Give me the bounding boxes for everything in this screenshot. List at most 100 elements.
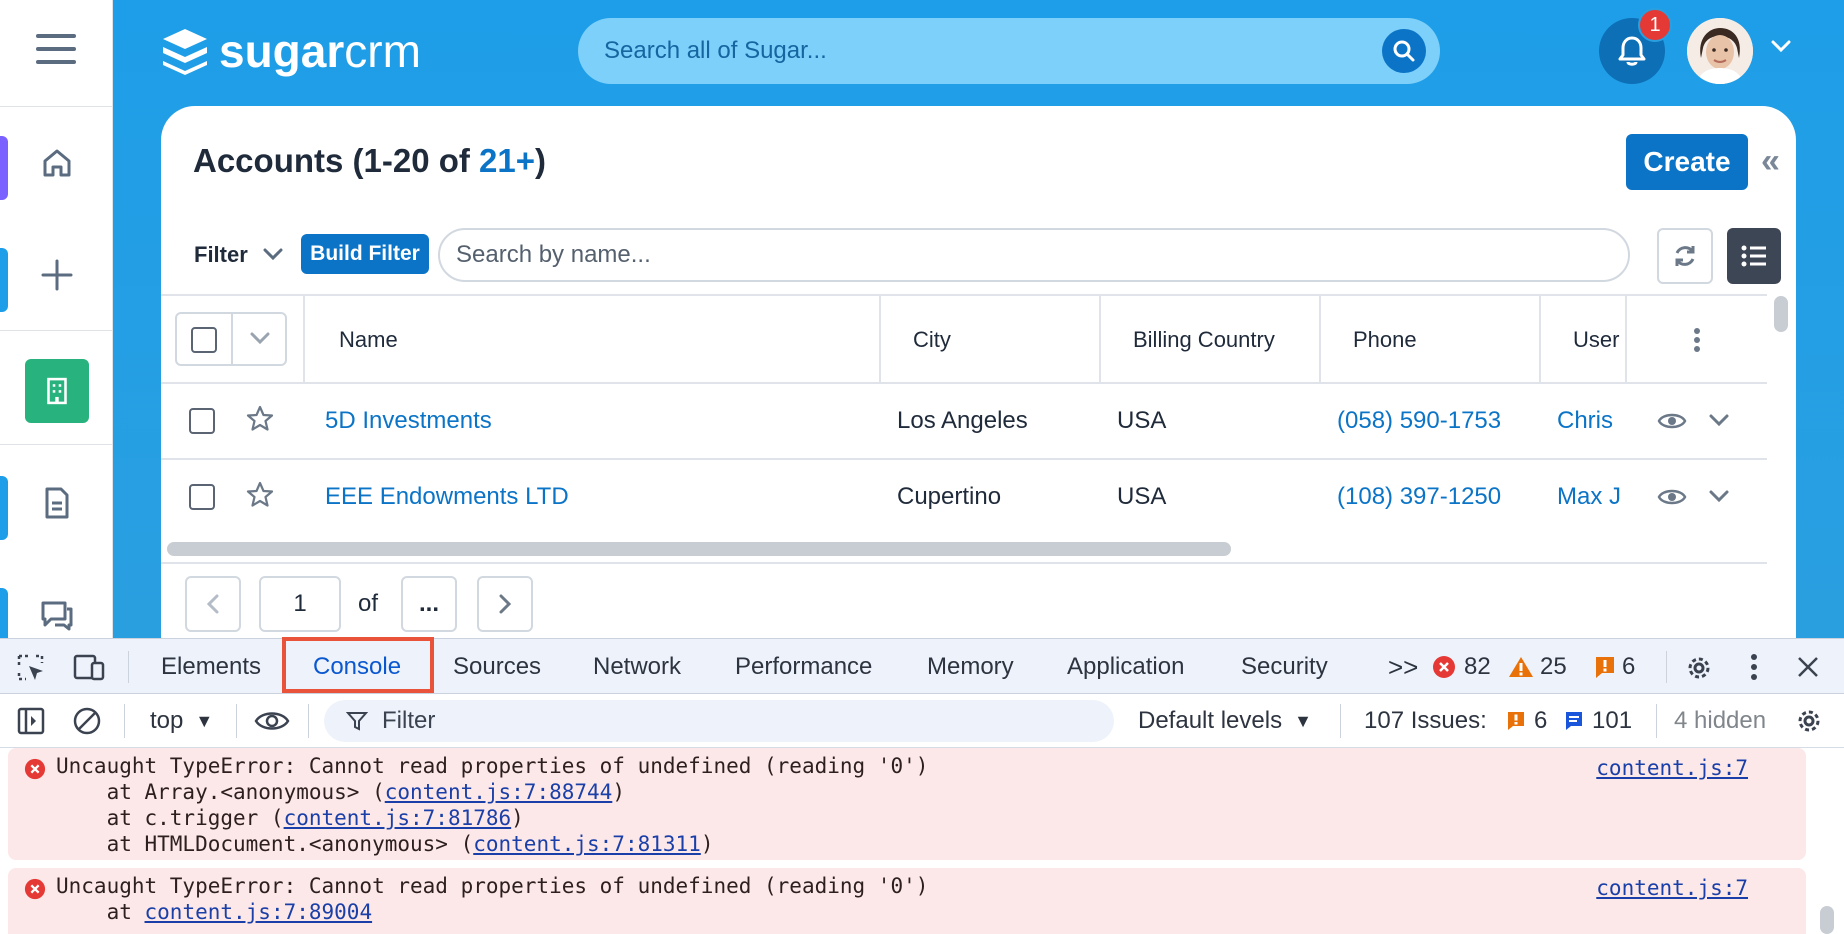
list-view-button[interactable] xyxy=(1727,228,1781,284)
column-options[interactable] xyxy=(1627,296,1767,384)
log-levels-dropdown[interactable]: Default levels ▼ xyxy=(1138,694,1312,748)
user-link[interactable]: Max J xyxy=(1557,460,1625,534)
row-checkbox[interactable] xyxy=(189,408,215,434)
nav-accounts[interactable] xyxy=(0,336,113,446)
clear-console-icon[interactable] xyxy=(72,706,102,736)
user-link[interactable]: Chris xyxy=(1557,384,1625,458)
nav-home[interactable] xyxy=(0,108,113,218)
select-all-checkbox[interactable] xyxy=(191,327,217,353)
console-error-entry: Uncaught TypeError: Cannot read properti… xyxy=(8,748,1806,860)
error-source-link[interactable]: content.js:7 xyxy=(1596,876,1748,900)
nav-documents[interactable] xyxy=(0,448,113,558)
issues-count[interactable]: 6 xyxy=(1622,639,1635,695)
page-number-input[interactable]: 1 xyxy=(259,576,341,632)
error-icon[interactable] xyxy=(1432,655,1456,679)
select-all-control[interactable] xyxy=(175,312,287,366)
column-header-name[interactable]: Name xyxy=(305,296,881,384)
eye-icon[interactable] xyxy=(1657,408,1687,434)
device-toolbar-icon[interactable] xyxy=(72,653,106,683)
phone-link[interactable]: (058) 590-1753 xyxy=(1337,384,1501,458)
table-header: Name City Billing Country Phone User xyxy=(161,294,1767,384)
stack-trace-link[interactable]: content.js:7:89004 xyxy=(145,900,373,924)
inspect-element-icon[interactable] xyxy=(16,653,46,683)
eye-icon[interactable] xyxy=(254,708,290,734)
chevron-down-icon[interactable] xyxy=(249,330,271,346)
issues-warning-icon[interactable] xyxy=(1506,710,1526,732)
kebab-menu-icon xyxy=(1694,328,1700,352)
chevron-down-icon[interactable] xyxy=(1707,410,1731,430)
column-header-billing-country[interactable]: Billing Country xyxy=(1101,296,1321,384)
star-icon[interactable] xyxy=(245,480,275,510)
search-icon[interactable] xyxy=(1382,29,1426,73)
stack-trace-link[interactable]: content.js:7:81786 xyxy=(284,806,512,830)
filter-dropdown-label[interactable]: Filter xyxy=(194,242,248,268)
building-icon xyxy=(46,377,67,405)
record-count: 21+ xyxy=(479,142,536,179)
console-scrollbar-thumb[interactable] xyxy=(1820,906,1834,934)
row-checkbox[interactable] xyxy=(189,484,215,510)
account-name-link[interactable]: 5D Investments xyxy=(325,384,492,458)
tab-security[interactable]: Security xyxy=(1241,639,1328,695)
star-icon[interactable] xyxy=(245,404,275,434)
next-page-button[interactable] xyxy=(477,576,533,632)
gear-icon[interactable] xyxy=(1794,706,1824,736)
sidebar-toggle-icon[interactable] xyxy=(16,706,46,736)
tab-elements[interactable]: Elements xyxy=(161,639,261,695)
double-chevron-left-icon[interactable]: « xyxy=(1761,144,1780,178)
chat-icon xyxy=(41,601,72,631)
create-button[interactable]: Create xyxy=(1626,134,1748,190)
tab-performance[interactable]: Performance xyxy=(735,639,872,695)
issues-label[interactable]: 107 Issues: xyxy=(1364,694,1487,748)
stack-trace-link[interactable]: content.js:7:88744 xyxy=(385,780,613,804)
tab-network[interactable]: Network xyxy=(593,639,681,695)
total-pages-button[interactable]: ... xyxy=(401,576,457,632)
column-header-city[interactable]: City xyxy=(881,296,1101,384)
error-count[interactable]: 82 xyxy=(1464,639,1491,695)
stack-trace-line: at Array.<anonymous> (content.js:7:88744… xyxy=(56,780,625,804)
phone-link[interactable]: (108) 397-1250 xyxy=(1337,460,1501,534)
tab-sources[interactable]: Sources xyxy=(453,639,541,695)
hamburger-menu-icon[interactable] xyxy=(36,34,76,66)
console-tab-highlight xyxy=(282,637,434,693)
chevron-down-icon[interactable] xyxy=(261,244,285,264)
kebab-menu-icon[interactable] xyxy=(1750,653,1758,681)
issues-icon[interactable] xyxy=(1594,655,1616,679)
chevron-down-icon[interactable] xyxy=(1707,486,1731,506)
chevron-down-icon[interactable] xyxy=(1769,38,1793,54)
console-filter-input[interactable]: Filter xyxy=(324,700,1114,742)
global-search-input[interactable]: Search all of Sugar... xyxy=(578,18,1440,84)
previous-page-button[interactable] xyxy=(185,576,241,632)
left-nav xyxy=(0,0,113,652)
warning-count[interactable]: 25 xyxy=(1540,639,1567,695)
sugarcrm-logo[interactable]: sugarcrm xyxy=(159,24,421,78)
more-tabs-button[interactable]: >> xyxy=(1388,639,1418,695)
context-selector[interactable]: top ▼ xyxy=(150,694,213,748)
vertical-scrollbar-thumb[interactable] xyxy=(1774,296,1788,332)
refresh-button[interactable] xyxy=(1657,228,1713,284)
logo-text-light: crm xyxy=(344,25,421,77)
account-name-link[interactable]: EEE Endowments LTD xyxy=(325,460,569,534)
horizontal-scrollbar-thumb[interactable] xyxy=(167,542,1231,556)
warning-icon[interactable] xyxy=(1508,655,1534,679)
nav-quick-create[interactable] xyxy=(0,220,113,330)
user-avatar[interactable] xyxy=(1687,18,1753,84)
document-icon xyxy=(45,487,68,519)
tab-application[interactable]: Application xyxy=(1067,639,1184,695)
issues-info-icon[interactable] xyxy=(1564,710,1584,732)
error-source-link[interactable]: content.js:7 xyxy=(1596,756,1748,780)
issues-warning-count[interactable]: 6 xyxy=(1534,694,1547,748)
error-message: Uncaught TypeError: Cannot read properti… xyxy=(56,874,929,898)
name-search-input[interactable]: Search by name... xyxy=(438,228,1630,282)
issues-info-count[interactable]: 101 xyxy=(1592,694,1632,748)
stack-trace-link[interactable]: content.js:7:81311 xyxy=(473,832,701,856)
column-header-user[interactable]: User xyxy=(1541,296,1627,384)
column-header-phone[interactable]: Phone xyxy=(1321,296,1541,384)
gear-icon[interactable] xyxy=(1684,653,1714,683)
close-icon[interactable] xyxy=(1796,655,1820,679)
tab-memory[interactable]: Memory xyxy=(927,639,1014,695)
billing-country-cell: USA xyxy=(1117,483,1167,510)
build-filter-button[interactable]: Build Filter xyxy=(301,234,429,274)
eye-icon[interactable] xyxy=(1657,484,1687,510)
stack-trace-line: at content.js:7:89004 xyxy=(56,900,373,924)
table-row: 5D Investments Los Angeles USA (058) 590… xyxy=(161,384,1767,460)
